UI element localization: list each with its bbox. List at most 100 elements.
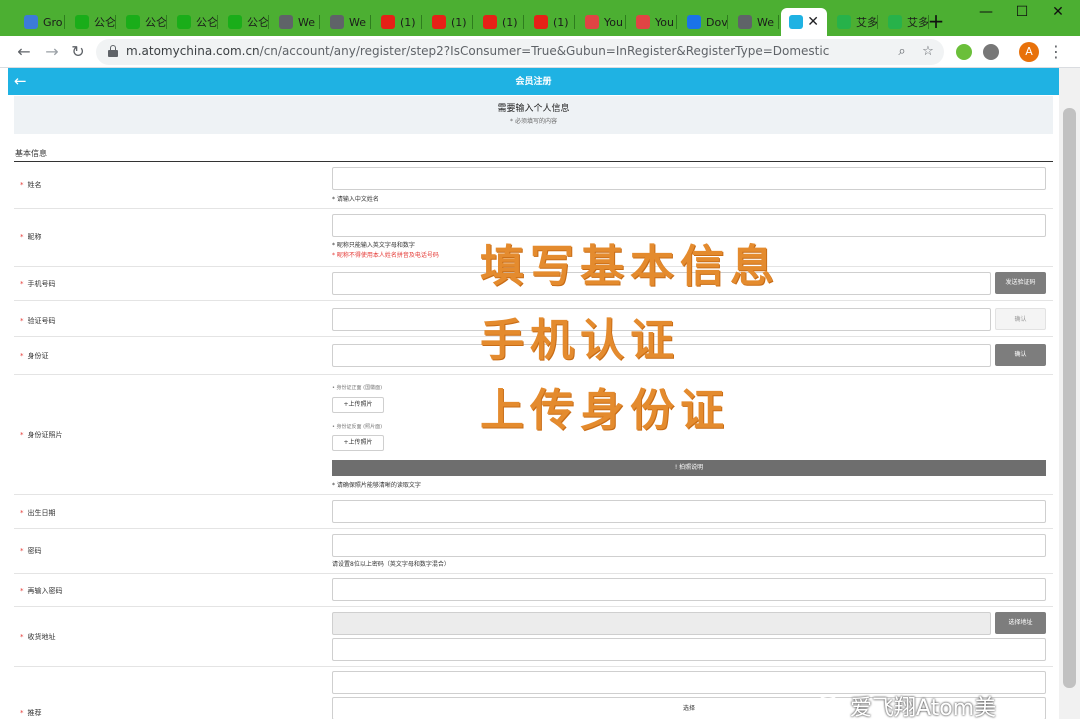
tab-title: We <box>757 15 774 29</box>
address-select-field[interactable] <box>332 612 991 635</box>
tab-strip: Gro 公仑 公仑 公仑 公仑 We We (1) (1) (1) (1) You You Dov We ✕ 艾… <box>0 0 1080 36</box>
reload-icon[interactable]: ↻ <box>66 40 90 64</box>
info-banner: 需要输入个人信息 * 必须填写的内容 <box>14 96 1053 134</box>
browser-tab[interactable]: 公仑 <box>118 8 167 36</box>
browser-tab[interactable]: 公仑 <box>67 8 116 36</box>
tab-favicon-icon <box>585 15 599 29</box>
page-title: 会员注册 <box>515 77 552 87</box>
maximize-button[interactable]: ☐ <box>1004 0 1040 28</box>
tab-separator <box>319 15 320 29</box>
browser-tab[interactable]: Dov <box>679 8 728 36</box>
password-hint: 请设置8位以上密码（英文字母和数字混合） <box>332 561 450 568</box>
watermark: 爱飞翔Atom美 <box>850 696 997 721</box>
address-bar[interactable]: m.atomychina.com.cn/cn/account/any/regis… <box>96 39 944 65</box>
browser-tab[interactable]: We <box>322 8 371 36</box>
overlay-line-1: 填写基本信息 <box>480 241 780 292</box>
new-tab-button[interactable]: + <box>925 10 947 32</box>
url-text[interactable]: m.atomychina.com.cn/cn/account/any/regis… <box>126 44 829 58</box>
tab-favicon-icon <box>75 15 89 29</box>
back-arrow-icon[interactable]: ← <box>12 40 36 64</box>
browser-toolbar: ← → ↻ m.atomychina.com.cn/cn/account/any… <box>0 36 1080 68</box>
close-window-button[interactable]: ✕ <box>1040 0 1076 28</box>
password-input[interactable] <box>332 534 1046 557</box>
tab-favicon-icon <box>330 15 344 29</box>
tab-separator <box>727 15 728 29</box>
tab-favicon-icon <box>228 15 242 29</box>
tab-separator <box>472 15 473 29</box>
close-tab-icon[interactable]: ✕ <box>807 14 819 30</box>
tab-separator <box>64 15 65 29</box>
info-title: 需要输入个人信息 <box>497 104 570 114</box>
browser-tab[interactable]: 艾多 <box>829 8 878 36</box>
browser-tab[interactable]: (1) <box>526 8 575 36</box>
upload-front-button[interactable]: +上传照片 <box>332 397 384 413</box>
id-confirm-button[interactable]: 确认 <box>995 344 1046 366</box>
photo-guide-button[interactable]: ! 拍照说明 <box>332 460 1046 476</box>
url-host: m.atomychina.com.cn <box>126 44 260 58</box>
browser-tab[interactable]: 公仑 <box>169 8 218 36</box>
tab-separator <box>166 15 167 29</box>
tab-title: We <box>349 15 366 29</box>
tab-title: 公仑 <box>94 16 116 29</box>
name-input[interactable] <box>332 167 1046 190</box>
tab-favicon-icon <box>837 15 851 29</box>
tab-separator <box>625 15 626 29</box>
browser-tab[interactable]: You <box>628 8 677 36</box>
section-divider <box>14 161 1053 162</box>
select-address-button[interactable]: 选择地址 <box>995 612 1046 634</box>
browser-tab[interactable]: (1) <box>424 8 473 36</box>
profile-avatar[interactable]: A <box>1019 42 1039 62</box>
star-icon[interactable]: ☆ <box>918 42 938 62</box>
lock-icon <box>108 45 118 57</box>
overlay-line-2: 手机认证 <box>480 315 680 366</box>
tab-title: You <box>655 15 674 29</box>
tab-favicon-icon <box>279 15 293 29</box>
tab-favicon-icon <box>432 15 446 29</box>
row-divider <box>14 208 1053 209</box>
nickname-warning: * 昵称不得使用本人姓名拼音及电话号码 <box>332 252 439 259</box>
browser-tab[interactable]: We <box>271 8 320 36</box>
overlay-line-3: 上传身份证 <box>480 385 730 436</box>
front-caption: • 身份证正面 (国徽面) <box>332 385 383 391</box>
browser-tab[interactable]: Gro <box>16 8 65 36</box>
password-confirm-input[interactable] <box>332 578 1046 601</box>
scrollbar-thumb[interactable] <box>1063 108 1076 688</box>
tab-title: You <box>604 15 623 29</box>
browser-tab[interactable]: 公仑 <box>220 8 269 36</box>
browser-tab[interactable]: We <box>730 8 779 36</box>
birth-input[interactable] <box>332 500 1046 523</box>
tab-separator <box>778 15 779 29</box>
browser-tab[interactable]: (1) <box>475 8 524 36</box>
tab-separator <box>676 15 677 29</box>
tab-title: Dov <box>706 15 728 29</box>
birth-label: * 出生日期 <box>20 509 56 517</box>
upload-back-button[interactable]: +上传照片 <box>332 435 384 451</box>
address-label: * 收货地址 <box>20 633 56 641</box>
forward-arrow-icon[interactable]: → <box>40 40 64 64</box>
minimize-button[interactable]: — <box>968 0 1004 28</box>
tab-title: (1) <box>451 15 467 29</box>
kebab-menu-icon[interactable]: ⋮ <box>1048 40 1064 64</box>
url-path: /cn/account/any/register/step2?IsConsume… <box>259 44 830 58</box>
scrollbar[interactable] <box>1059 68 1080 719</box>
browser-tab[interactable]: (1) <box>373 8 422 36</box>
confirm-code-button[interactable]: 确认 <box>995 308 1046 330</box>
photo-hint: * 请确保照片能够清晰的读取文字 <box>332 482 421 489</box>
id-label: * 身份证 <box>20 352 49 360</box>
tab-favicon-icon <box>177 15 191 29</box>
phone-label: * 手机号码 <box>20 280 56 288</box>
password-label: * 密码 <box>20 547 42 555</box>
tab-separator <box>115 15 116 29</box>
extension-check-icon[interactable] <box>956 44 972 60</box>
tab-separator <box>574 15 575 29</box>
tab-title: 艾多 <box>856 16 878 29</box>
tab-title: 公仑 <box>196 16 218 29</box>
zoom-icon[interactable]: ⌕ <box>892 42 912 62</box>
send-code-button[interactable]: 发送验证码 <box>995 272 1046 294</box>
browser-tab[interactable]: You <box>577 8 626 36</box>
extension-gear-icon[interactable] <box>983 44 999 60</box>
browser-tab[interactable]: 艾多 <box>880 8 929 36</box>
tab-title: (1) <box>400 15 416 29</box>
browser-tab[interactable]: ✕ <box>781 8 827 36</box>
address-detail-input[interactable] <box>332 638 1046 661</box>
